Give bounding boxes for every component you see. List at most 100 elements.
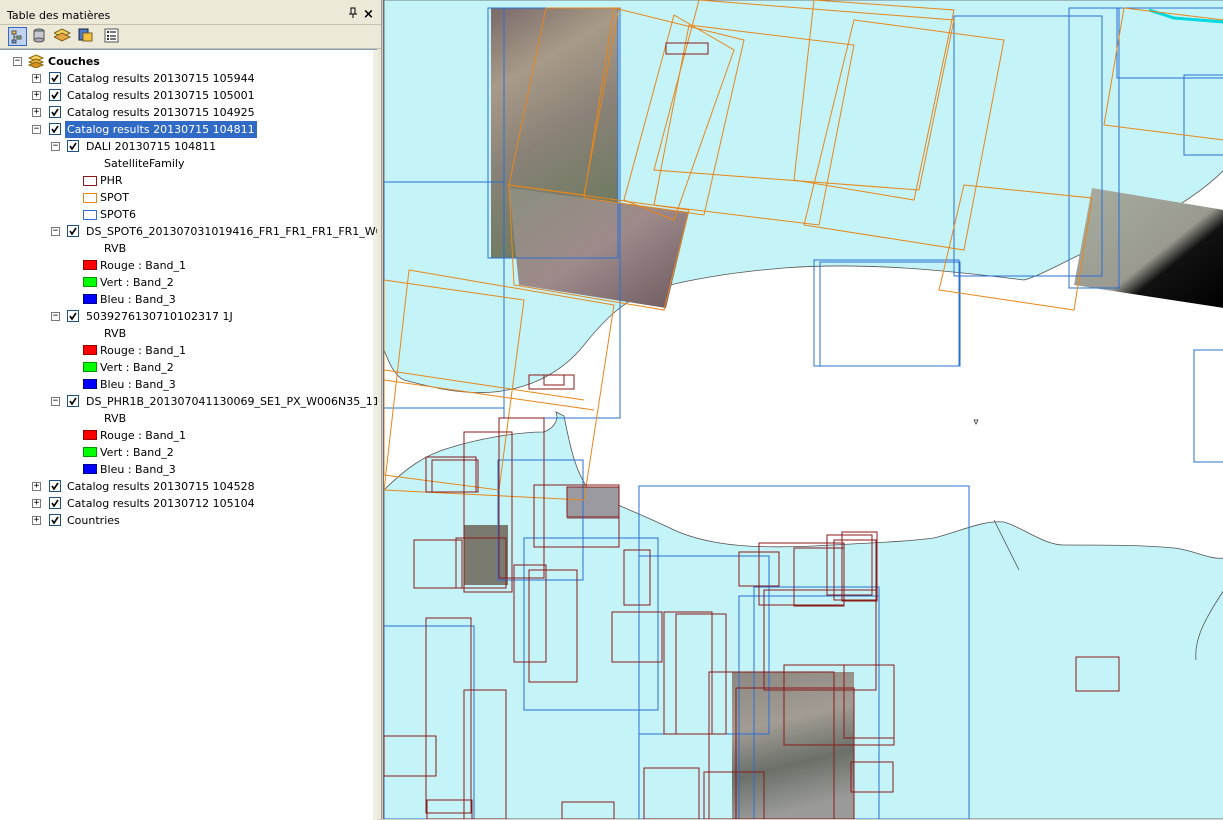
satellite-image <box>567 487 619 519</box>
collapse-icon[interactable]: − <box>51 142 60 151</box>
layer-label[interactable]: Catalog results 20130715 104528 <box>67 478 255 495</box>
red-band-swatch <box>83 430 97 440</box>
tree-row-layer[interactable]: + Catalog results 20130715 104925 <box>0 104 370 121</box>
root-label: Couches <box>48 55 100 68</box>
spot-swatch <box>83 193 97 203</box>
red-band-swatch <box>83 345 97 355</box>
blue-band-swatch <box>83 379 97 389</box>
list-by-selection-button[interactable] <box>77 27 96 46</box>
sublayer-label[interactable]: 5039276130710102317 1J <box>86 308 233 325</box>
pin-icon[interactable] <box>348 7 358 22</box>
visibility-checkbox[interactable] <box>49 123 61 135</box>
map-view[interactable] <box>383 0 1223 819</box>
spot6-swatch <box>83 210 97 220</box>
green-band-swatch <box>83 277 97 287</box>
tree-row-sublayer[interactable]: − 5039276130710102317 1J <box>0 308 370 325</box>
expand-icon[interactable]: + <box>32 516 41 525</box>
collapse-icon[interactable]: − <box>51 227 60 236</box>
tree-row-sublayer[interactable]: − DS_SPOT6_201307031019416_FR1_FR1_FR1_F… <box>0 223 377 240</box>
legend-label: SPOT <box>100 191 129 204</box>
tree-scrollbar[interactable] <box>373 50 377 820</box>
tree-row-layer[interactable]: + Catalog results 20130712 105104 <box>0 495 370 512</box>
legend-label: SPOT6 <box>100 208 136 221</box>
tree-row-layer[interactable]: + Catalog results 20130715 105944 <box>0 70 370 87</box>
toc-toolbar <box>0 25 381 49</box>
satellite-image <box>1074 188 1223 308</box>
sublayer-label[interactable]: DALI 20130715 104811 <box>86 138 216 155</box>
legend-item: Rouge : Band_1 <box>0 257 370 274</box>
list-by-drawing-order-button[interactable] <box>8 27 27 46</box>
legend-item: SPOT <box>0 189 370 206</box>
visibility-checkbox[interactable] <box>49 480 61 492</box>
list-by-source-button[interactable] <box>31 27 50 46</box>
layers-icon <box>28 54 44 68</box>
legend-item: Bleu : Band_3 <box>0 291 370 308</box>
expand-icon[interactable]: + <box>32 482 41 491</box>
collapse-icon[interactable]: − <box>32 125 41 134</box>
layer-label[interactable]: Catalog results 20130715 104925 <box>67 104 255 121</box>
legend-field-label: SatelliteFamily <box>104 157 185 170</box>
sublayer-label[interactable]: DS_PHR1B_201307041130069_SE1_PX_W006N35_… <box>86 393 377 410</box>
toc-title-bar: Table des matières × <box>0 6 381 25</box>
red-band-swatch <box>83 260 97 270</box>
legend-item: Bleu : Band_3 <box>0 461 370 478</box>
collapse-icon[interactable]: − <box>13 57 22 66</box>
legend-heading: RVB <box>0 325 370 342</box>
legend-item: Vert : Band_2 <box>0 359 370 376</box>
legend-label: Bleu : Band_3 <box>100 293 176 306</box>
tree-row-layer[interactable]: + Catalog results 20130715 104528 <box>0 478 370 495</box>
legend-item: Vert : Band_2 <box>0 444 370 461</box>
options-button[interactable] <box>103 27 122 46</box>
green-band-swatch <box>83 447 97 457</box>
toc-title: Table des matières <box>7 9 111 22</box>
list-by-visibility-button[interactable] <box>52 27 73 46</box>
legend-label: Rouge : Band_1 <box>100 429 187 442</box>
legend-field-label: RVB <box>104 242 127 255</box>
visibility-checkbox[interactable] <box>67 395 79 407</box>
expand-icon[interactable]: + <box>32 91 41 100</box>
legend-item: Rouge : Band_1 <box>0 427 370 444</box>
expand-icon[interactable]: + <box>32 499 41 508</box>
visibility-checkbox[interactable] <box>67 225 79 237</box>
layer-label-selected[interactable]: Catalog results 20130715 104811 <box>65 121 257 138</box>
tree-row-sublayer[interactable]: − DALI 20130715 104811 <box>0 138 370 155</box>
map-canvas[interactable] <box>384 0 1223 819</box>
sublayer-label[interactable]: DS_SPOT6_201307031019416_FR1_FR1_FR1_FR1… <box>86 223 377 240</box>
visibility-checkbox[interactable] <box>49 106 61 118</box>
legend-label: Vert : Band_2 <box>100 446 174 459</box>
collapse-icon[interactable]: − <box>51 397 60 406</box>
expand-icon[interactable]: + <box>32 108 41 117</box>
visibility-checkbox[interactable] <box>67 310 79 322</box>
layer-label[interactable]: Countries <box>67 512 120 529</box>
expand-icon[interactable]: + <box>32 74 41 83</box>
visibility-checkbox[interactable] <box>49 514 61 526</box>
layer-label[interactable]: Catalog results 20130712 105104 <box>67 495 255 512</box>
visibility-checkbox[interactable] <box>49 497 61 509</box>
legend-heading: SatelliteFamily <box>0 155 370 172</box>
phr-swatch <box>83 176 97 186</box>
blue-band-swatch <box>83 464 97 474</box>
collapse-icon[interactable]: − <box>51 312 60 321</box>
legend-label: Bleu : Band_3 <box>100 463 176 476</box>
legend-heading: RVB <box>0 410 370 427</box>
layer-label[interactable]: Catalog results 20130715 105001 <box>67 87 255 104</box>
legend-item: Rouge : Band_1 <box>0 342 370 359</box>
island <box>973 419 979 425</box>
legend-label: Bleu : Band_3 <box>100 378 176 391</box>
tree-row-sublayer[interactable]: − DS_PHR1B_201307041130069_SE1_PX_W006N3… <box>0 393 377 410</box>
legend-field-label: RVB <box>104 412 127 425</box>
tree-row-layer[interactable]: + Countries <box>0 512 370 529</box>
legend-label: Rouge : Band_1 <box>100 259 187 272</box>
visibility-checkbox[interactable] <box>49 72 61 84</box>
close-icon[interactable]: × <box>363 7 374 22</box>
tree-row-layer[interactable]: + Catalog results 20130715 105001 <box>0 87 370 104</box>
table-of-contents-panel: Table des matières × − Couches + Catalog… <box>0 0 382 820</box>
legend-heading: RVB <box>0 240 370 257</box>
green-band-swatch <box>83 362 97 372</box>
layer-tree: − Couches + Catalog results 20130715 105… <box>0 49 377 820</box>
layer-label[interactable]: Catalog results 20130715 105944 <box>67 70 255 87</box>
visibility-checkbox[interactable] <box>67 140 79 152</box>
legend-item: PHR <box>0 172 370 189</box>
visibility-checkbox[interactable] <box>49 89 61 101</box>
tree-row-layer-selected[interactable]: − Catalog results 20130715 104811 <box>0 121 370 138</box>
